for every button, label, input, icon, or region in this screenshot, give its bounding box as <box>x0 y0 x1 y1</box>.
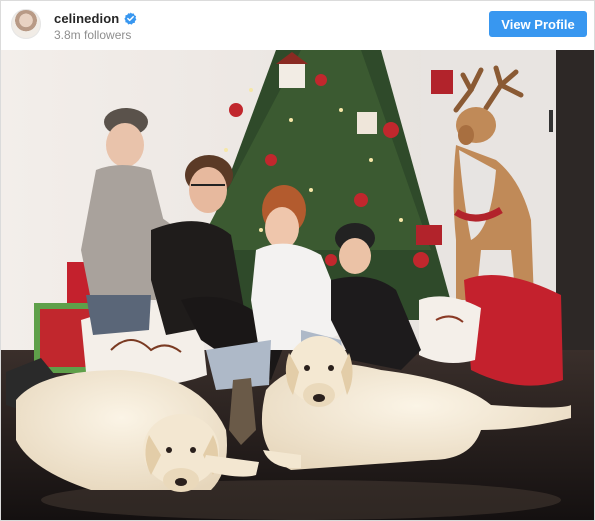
instagram-embed: celinedion 3.8m followers View Profile <box>0 0 595 521</box>
post-header: celinedion 3.8m followers View Profile <box>1 1 594 48</box>
family-christmas-photo <box>1 50 594 520</box>
avatar[interactable] <box>11 9 41 39</box>
username-row: celinedion <box>54 10 137 26</box>
followers-count: 3.8m followers <box>54 28 132 42</box>
view-profile-button[interactable]: View Profile <box>489 11 587 37</box>
post-photo[interactable] <box>1 50 594 520</box>
verified-badge-icon <box>124 11 137 25</box>
username[interactable]: celinedion <box>54 11 119 26</box>
